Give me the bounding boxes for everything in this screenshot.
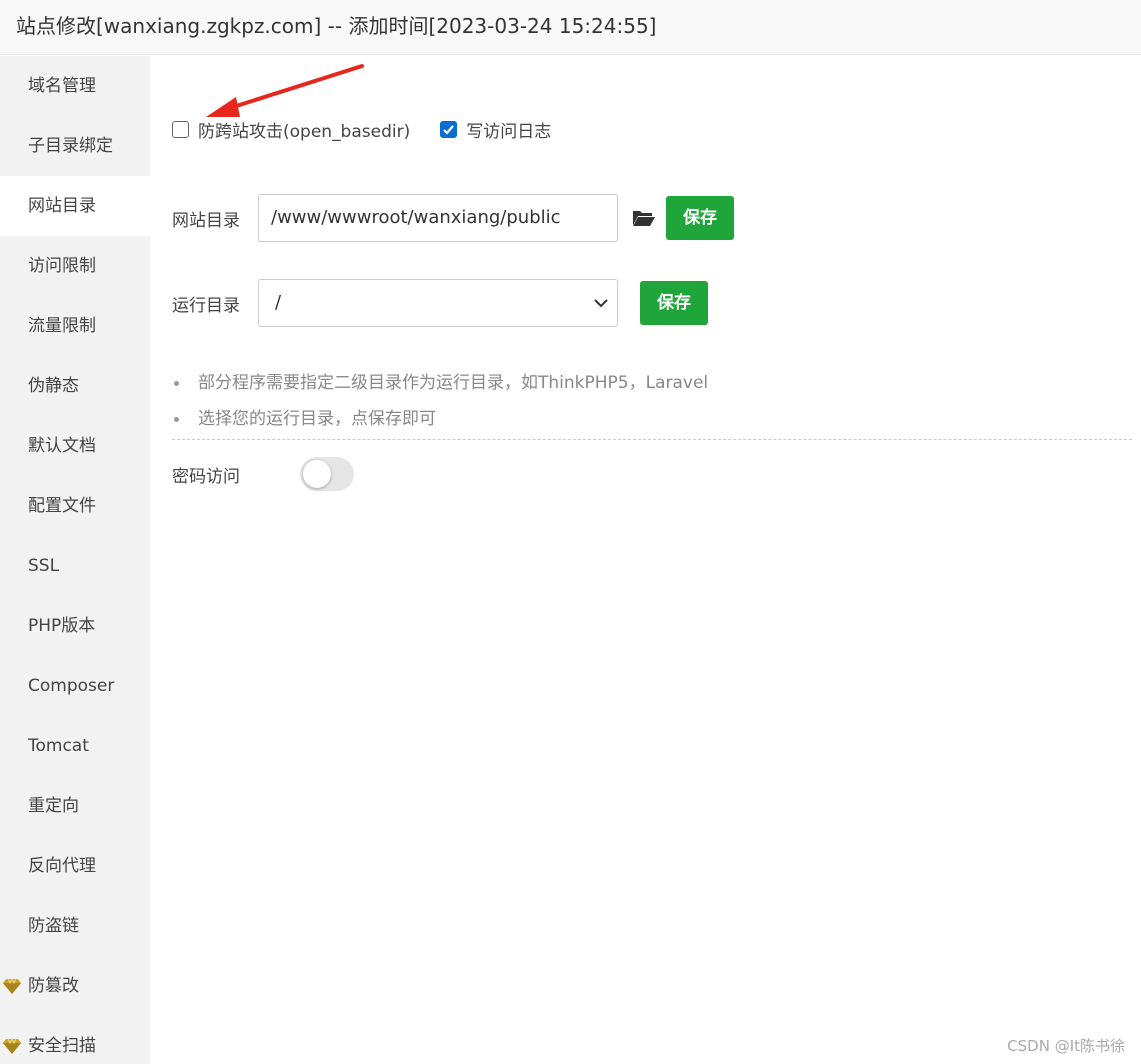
- open-basedir-checkbox[interactable]: [172, 120, 189, 138]
- password-access-toggle[interactable]: [300, 457, 354, 491]
- sidebar-item-label: 伪静态: [28, 376, 79, 396]
- tip-item: 选择您的运行目录，点保存即可: [172, 402, 1132, 438]
- tips-list: 部分程序需要指定二级目录作为运行目录，如ThinkPHP5，Laravel 选择…: [172, 366, 1132, 438]
- sidebar-item-default-doc[interactable]: 默认文档: [0, 416, 150, 476]
- divider: [172, 439, 1132, 440]
- sidebar-item-label: 默认文档: [28, 436, 96, 456]
- options-row: 防跨站攻击(open_basedir) 写访问日志: [172, 116, 551, 142]
- window-title: 站点修改[wanxiang.zgkpz.com] -- 添加时间[2023-03…: [0, 0, 1141, 55]
- sidebar-item-label: 防篡改: [28, 976, 79, 996]
- password-access-row: 密码访问: [172, 456, 354, 492]
- sidebar-item-rewrite[interactable]: 伪静态: [0, 356, 150, 416]
- sidebar-item-domain[interactable]: 域名管理: [0, 56, 150, 116]
- sidebar-item-label: 防盗链: [28, 916, 79, 936]
- sidebar-item-label: 流量限制: [28, 316, 96, 336]
- run-dir-select[interactable]: /: [258, 279, 618, 327]
- sidebar-item-security-scan[interactable]: 安全扫描: [0, 1016, 150, 1064]
- chevron-down-icon: [594, 299, 608, 308]
- sidebar-item-redirect[interactable]: 重定向: [0, 776, 150, 836]
- password-access-label: 密码访问: [172, 466, 240, 487]
- run-dir-label: 运行目录: [172, 295, 240, 316]
- main-panel: 防跨站攻击(open_basedir) 写访问日志 网站目录 /www/wwwr…: [150, 56, 1141, 1064]
- run-dir-selected-value: /: [275, 292, 282, 313]
- sidebar-item-access-limit[interactable]: 访问限制: [0, 236, 150, 296]
- diamond-icon: [3, 1038, 21, 1054]
- sidebar-item-label: 访问限制: [28, 256, 96, 276]
- site-dir-save-button[interactable]: 保存: [666, 196, 734, 240]
- sidebar-item-label: 安全扫描: [28, 1036, 96, 1056]
- sidebar-item-subdir-binding[interactable]: 子目录绑定: [0, 116, 150, 176]
- open-basedir-label: 防跨站攻击(open_basedir): [198, 121, 411, 142]
- check-icon: [443, 124, 455, 135]
- sidebar-item-label: 配置文件: [28, 496, 96, 516]
- sidebar-item-label: PHP版本: [28, 616, 96, 636]
- sidebar-item-label: 域名管理: [28, 76, 96, 96]
- sidebar-item-composer[interactable]: Composer: [0, 656, 150, 716]
- run-dir-save-button[interactable]: 保存: [640, 281, 708, 325]
- sidebar-item-ssl[interactable]: SSL: [0, 536, 150, 596]
- diamond-icon: [3, 978, 21, 994]
- folder-open-icon[interactable]: [632, 208, 656, 228]
- sidebar-item-label: 网站目录: [28, 196, 96, 216]
- sidebar-item-label: SSL: [28, 556, 60, 576]
- sidebar-item-traffic-limit[interactable]: 流量限制: [0, 296, 150, 356]
- run-dir-row: 运行目录 / 保存: [172, 279, 708, 327]
- access-log-label: 写访问日志: [466, 121, 552, 142]
- sidebar-item-php-version[interactable]: PHP版本: [0, 596, 150, 656]
- toggle-knob: [303, 460, 331, 488]
- sidebar: 域名管理 子目录绑定 网站目录 访问限制 流量限制 伪静态 默认文档 配置文件 …: [0, 56, 150, 1064]
- site-dir-row: 网站目录 /www/wwwroot/wanxiang/public 保存: [172, 194, 734, 242]
- sidebar-item-label: 重定向: [28, 796, 79, 816]
- sidebar-item-tamper-proof[interactable]: 防篡改: [0, 956, 150, 1016]
- sidebar-item-config-file[interactable]: 配置文件: [0, 476, 150, 536]
- site-dir-label: 网站目录: [172, 210, 240, 231]
- sidebar-item-hotlink-protection[interactable]: 防盗链: [0, 896, 150, 956]
- sidebar-item-label: Composer: [28, 676, 115, 696]
- site-dir-input[interactable]: /www/wwwroot/wanxiang/public: [258, 194, 618, 242]
- sidebar-item-tomcat[interactable]: Tomcat: [0, 716, 150, 776]
- watermark: CSDN @It陈书徐: [1007, 1037, 1125, 1055]
- sidebar-item-label: Tomcat: [28, 736, 89, 756]
- sidebar-item-reverse-proxy[interactable]: 反向代理: [0, 836, 150, 896]
- sidebar-item-label: 反向代理: [28, 856, 96, 876]
- tip-item: 部分程序需要指定二级目录作为运行目录，如ThinkPHP5，Laravel: [172, 366, 1132, 402]
- access-log-checkbox[interactable]: [440, 120, 458, 138]
- sidebar-item-site-dir[interactable]: 网站目录: [0, 176, 150, 236]
- sidebar-item-label: 子目录绑定: [28, 136, 113, 156]
